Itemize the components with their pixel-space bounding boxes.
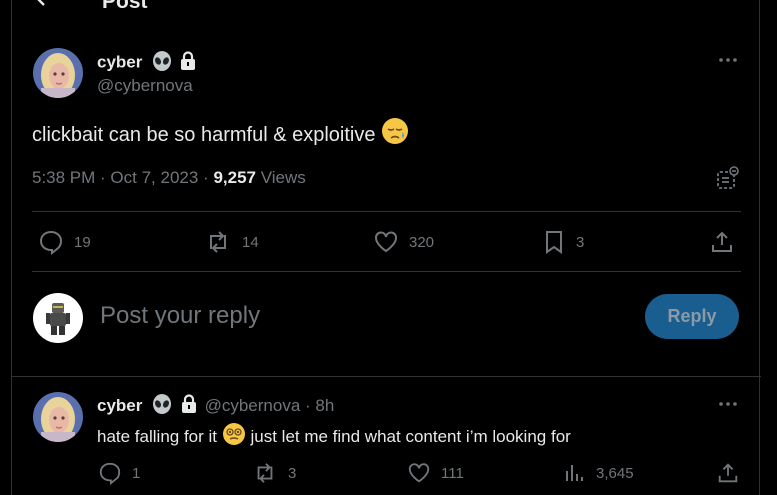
reply-button[interactable]: Reply (645, 294, 739, 339)
page-header: Post (12, 0, 761, 14)
analytics-icon[interactable] (715, 166, 739, 195)
current-user-avatar[interactable] (33, 293, 83, 343)
views-count: 9,257 (213, 168, 256, 187)
repost-action[interactable]: 14 (204, 229, 259, 255)
reply-text-before: hate falling for it (97, 427, 218, 446)
reply-icon (39, 230, 63, 255)
reply-author-avatar[interactable] (33, 392, 83, 442)
reply-action[interactable]: 1 (98, 461, 140, 485)
bookmark-action[interactable]: 3 (542, 229, 584, 255)
like-count: 320 (409, 233, 435, 251)
reply-input[interactable]: Post your reply (100, 302, 260, 330)
reply-count: 19 (74, 233, 91, 251)
alien-icon (151, 50, 173, 77)
divider (32, 271, 741, 272)
divider (12, 376, 761, 377)
more-options-icon[interactable] (718, 394, 738, 414)
post-meta: 5:38 PM · Oct 7, 2023 · 9,257 Views (32, 168, 306, 188)
heart-icon (408, 463, 430, 483)
repost-icon (257, 463, 273, 483)
post-timestamp[interactable]: 5:38 PM · Oct 7, 2023 · (32, 168, 209, 187)
repost-action[interactable]: 3 (252, 461, 296, 485)
share-icon (712, 231, 732, 252)
dizzy-face-icon (222, 422, 246, 451)
alien-icon (151, 393, 173, 420)
author-handle[interactable]: @cybernova (97, 76, 193, 96)
reply-author-name[interactable]: cyber (97, 396, 142, 415)
post-text: clickbait can be so harmful & exploitive (32, 117, 409, 151)
reply-count: 1 (132, 464, 141, 482)
like-count: 111 (441, 464, 464, 482)
divider (32, 211, 741, 212)
reply-header: cyber @cybernova · 8h (97, 393, 334, 420)
post-author: cyber (97, 50, 197, 77)
reply-action[interactable]: 19 (38, 229, 91, 255)
page-title: Post (102, 0, 148, 13)
back-arrow-icon[interactable] (34, 0, 54, 8)
lock-icon (179, 51, 197, 76)
views-label: Views (260, 168, 306, 187)
repost-icon (210, 231, 226, 253)
reply-author-handle[interactable]: @cybernova (205, 396, 301, 415)
post-text-content: clickbait can be so harmful & exploitive (32, 124, 376, 146)
views-count: 3,645 (596, 464, 634, 482)
repost-count: 14 (242, 233, 259, 251)
like-action[interactable]: 320 (373, 229, 434, 255)
reply-timestamp[interactable]: · 8h (305, 396, 334, 415)
views-action[interactable]: 3,645 (562, 461, 634, 485)
repost-count: 3 (288, 464, 297, 482)
like-action[interactable]: 111 (407, 461, 464, 485)
share-icon (718, 463, 738, 483)
reply-text-after: just let me find what content i’m lookin… (250, 427, 571, 446)
bookmark-count: 3 (576, 233, 585, 251)
heart-icon (375, 231, 397, 253)
share-action[interactable] (709, 229, 735, 255)
sad-face-icon (381, 117, 409, 151)
bookmark-icon (546, 231, 562, 254)
bar-chart-icon (566, 465, 583, 481)
post-column: Post cyber @cybernova clickbait can be s… (11, 0, 761, 495)
reply-text: hate falling for it just let me find wha… (97, 422, 571, 451)
share-action[interactable] (716, 461, 740, 485)
more-options-icon[interactable] (718, 50, 738, 70)
reply-icon (99, 462, 121, 485)
lock-icon (180, 394, 198, 419)
avatar[interactable] (33, 48, 83, 98)
author-name[interactable]: cyber (97, 53, 142, 72)
